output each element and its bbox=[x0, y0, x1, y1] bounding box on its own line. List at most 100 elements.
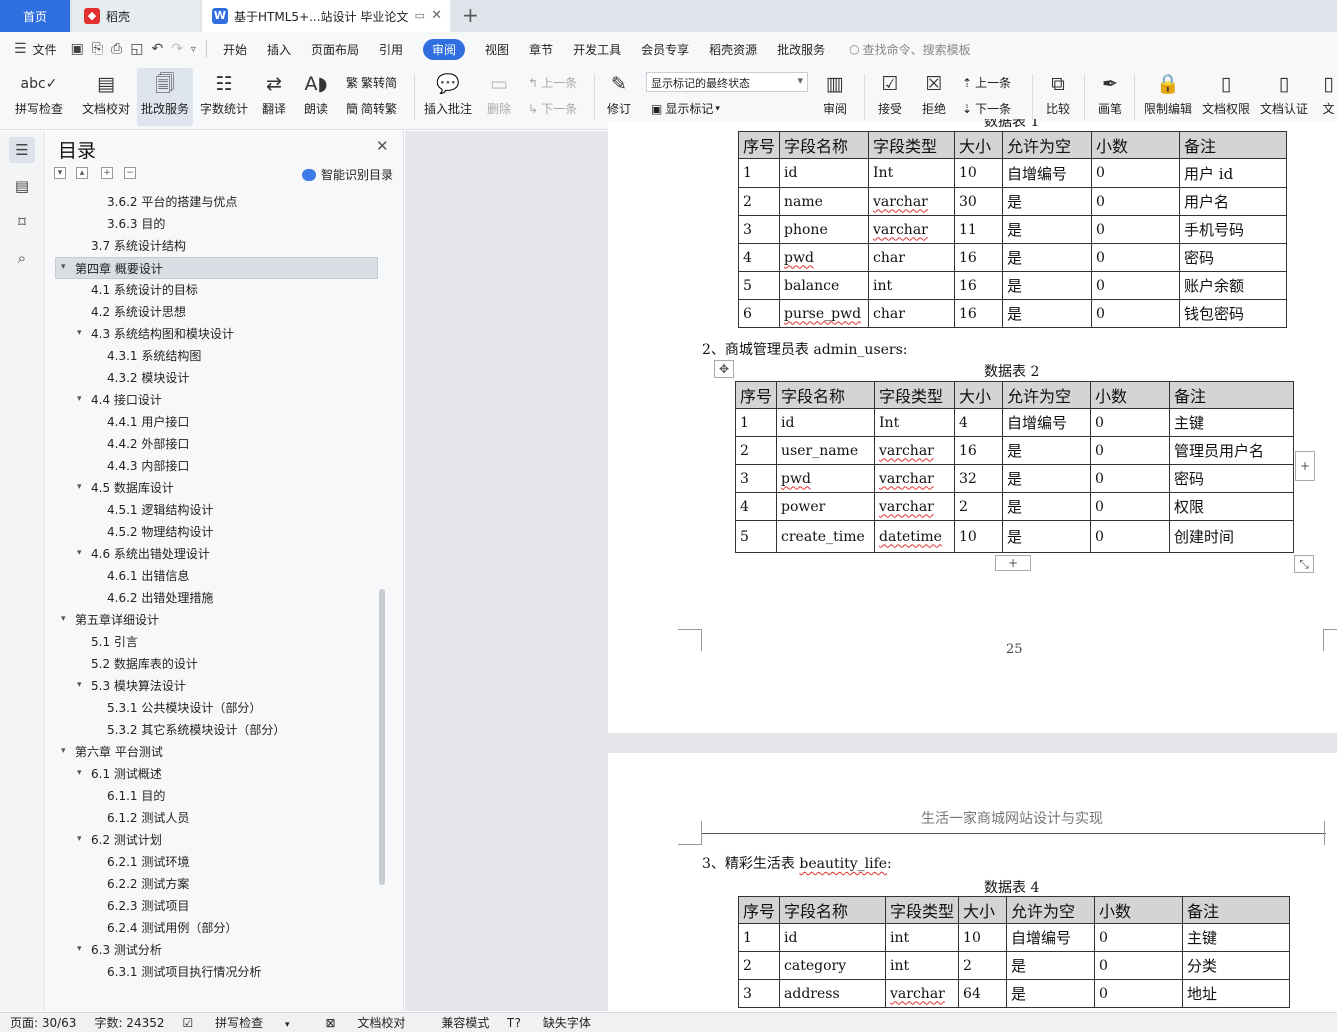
table-cell[interactable]: 是 bbox=[1002, 271, 1093, 300]
table-cell[interactable]: 0 bbox=[1094, 979, 1184, 1008]
tab-docer[interactable]: ◆ 稻壳 bbox=[72, 0, 200, 32]
prev-comment-button[interactable]: ↰ 上一条 bbox=[528, 74, 577, 91]
chevron-down-icon[interactable]: ▾ bbox=[61, 746, 66, 756]
table-cell[interactable]: 0 bbox=[1090, 408, 1171, 437]
table-cell[interactable]: 32 bbox=[954, 464, 1004, 493]
table-cell[interactable]: 是 bbox=[1002, 243, 1093, 272]
table-cell[interactable]: 0 bbox=[1090, 520, 1171, 553]
table-cell[interactable]: 0 bbox=[1090, 464, 1171, 493]
chevron-down-icon[interactable]: ▾ bbox=[61, 262, 66, 272]
insert-comment-button[interactable]: 💬 插入批注 bbox=[422, 68, 474, 126]
toc-item[interactable]: 4.1 系统设计的目标 bbox=[91, 279, 198, 301]
table-cell[interactable]: Int bbox=[868, 158, 956, 188]
toc-item[interactable]: 3.6.3 目的 bbox=[107, 213, 165, 235]
table-cell[interactable]: 是 bbox=[1002, 299, 1093, 328]
table-cell[interactable]: 10 bbox=[954, 158, 1004, 188]
table-cell[interactable]: char bbox=[868, 299, 956, 328]
toc-item[interactable]: 4.5 数据库设计 bbox=[91, 477, 174, 499]
table-cell[interactable]: 主键 bbox=[1182, 923, 1291, 952]
table-cell[interactable]: 2 bbox=[737, 951, 781, 980]
new-tab-icon[interactable]: + bbox=[462, 3, 479, 27]
table-cell[interactable]: 密码 bbox=[1179, 243, 1288, 272]
table-cell[interactable]: 地址 bbox=[1182, 979, 1291, 1008]
accept-button[interactable]: ☑ 接受 bbox=[872, 68, 908, 126]
table-cell[interactable]: 是 bbox=[1006, 951, 1096, 980]
toc-item[interactable]: 6.2.3 测试项目 bbox=[107, 895, 189, 917]
smart-toc-button[interactable]: 智能识别目录 bbox=[302, 166, 393, 183]
chevron-down-icon[interactable]: ▾ bbox=[77, 328, 82, 338]
table-cell[interactable]: varchar bbox=[874, 464, 956, 493]
table-cell[interactable]: 0 bbox=[1091, 299, 1181, 328]
restrict-edit-button[interactable]: 🔒 限制编辑 bbox=[1142, 68, 1194, 126]
navigation-icon[interactable]: ▤ bbox=[9, 173, 35, 199]
table-cell[interactable]: 1 bbox=[734, 408, 778, 437]
table-cell[interactable]: 0 bbox=[1091, 158, 1181, 188]
toc-item[interactable]: 6.2.1 测试环境 bbox=[107, 851, 189, 873]
review-pane-button[interactable]: ▥ 审阅 bbox=[815, 68, 855, 126]
table-cell[interactable]: varchar bbox=[868, 215, 956, 244]
table-cell[interactable]: 2 bbox=[958, 951, 1008, 980]
tab-document[interactable]: W 基于HTML5+...站设计 毕业论文 ▭ ✕ bbox=[202, 0, 450, 32]
command-search[interactable]: ○ 查找命令、搜索模板 bbox=[849, 41, 971, 58]
table-cell[interactable]: 2 bbox=[734, 436, 778, 465]
table-cell[interactable]: 2 bbox=[737, 187, 781, 216]
correct-service-button[interactable]: 🗐 批改服务 bbox=[137, 68, 193, 126]
table-cell[interactable]: 0 bbox=[1090, 436, 1171, 465]
table-cell[interactable]: 3 bbox=[734, 464, 778, 493]
table-cell[interactable]: phone bbox=[779, 215, 870, 244]
toc-item[interactable]: 4.3.2 模块设计 bbox=[107, 367, 189, 389]
toc-item[interactable]: 6.3 测试分析 bbox=[91, 939, 162, 961]
expand-up-icon[interactable]: ▴ bbox=[76, 167, 88, 179]
toc-item[interactable]: 6.2.2 测试方案 bbox=[107, 873, 189, 895]
table-cell[interactable]: 是 bbox=[1002, 492, 1092, 521]
read-aloud-button[interactable]: A◗ 朗读 bbox=[300, 68, 332, 126]
table-cell[interactable]: balance bbox=[779, 271, 870, 300]
toc-item[interactable]: 6.2 测试计划 bbox=[91, 829, 162, 851]
menu-file[interactable]: 文件 bbox=[33, 41, 57, 58]
table-cell[interactable]: 是 bbox=[1006, 979, 1096, 1008]
markup-state-select[interactable]: 显示标记的最终状态 bbox=[646, 72, 808, 92]
table-cell[interactable]: 是 bbox=[1002, 215, 1093, 244]
toc-item[interactable]: 4.4 接口设计 bbox=[91, 389, 162, 411]
table-cell[interactable]: 11 bbox=[954, 215, 1004, 244]
menu-member[interactable]: 会员专享 bbox=[641, 41, 689, 58]
table-cell[interactable]: name bbox=[779, 187, 870, 216]
table-cell[interactable]: id bbox=[776, 408, 876, 437]
collapse-all-icon[interactable]: ▾ bbox=[54, 167, 66, 179]
close-tab-icon[interactable]: ✕ bbox=[431, 8, 442, 23]
save-icon[interactable]: ▣ bbox=[71, 41, 84, 57]
menu-insert[interactable]: 插入 bbox=[267, 41, 291, 58]
table-cell[interactable]: 10 bbox=[958, 923, 1008, 952]
add-level-icon[interactable]: + bbox=[101, 167, 113, 179]
table-cell[interactable]: 是 bbox=[1002, 187, 1093, 216]
toc-item[interactable]: 第六章 平台测试 bbox=[75, 741, 163, 763]
table-cell[interactable]: 1 bbox=[737, 923, 781, 952]
table-cell[interactable]: 0 bbox=[1094, 923, 1184, 952]
table-cell[interactable]: 用户名 bbox=[1179, 187, 1288, 216]
table-cell[interactable]: 10 bbox=[954, 520, 1004, 553]
table-cell[interactable]: power bbox=[776, 492, 876, 521]
page-indicator[interactable]: 页面: 30/63 bbox=[10, 1014, 76, 1031]
table-cell[interactable]: 账户余额 bbox=[1179, 271, 1288, 300]
more-ribbon-button[interactable]: ▯ 文 bbox=[1320, 68, 1337, 126]
table-cell[interactable]: 1 bbox=[737, 158, 781, 188]
toc-item[interactable]: 6.1.2 测试人员 bbox=[107, 807, 189, 829]
table-cell[interactable]: 3 bbox=[737, 215, 781, 244]
toc-item[interactable]: 第五章详细设计 bbox=[75, 609, 159, 631]
missing-font[interactable]: Ꭲ? 缺失字体 bbox=[507, 1014, 608, 1031]
table-cell[interactable]: 16 bbox=[954, 243, 1004, 272]
reject-button[interactable]: ☒ 拒绝 bbox=[916, 68, 952, 126]
menu-start[interactable]: 开始 bbox=[223, 41, 247, 58]
table-cell[interactable]: varchar bbox=[874, 436, 956, 465]
tab-home[interactable]: 首页 bbox=[0, 0, 70, 32]
undo-icon[interactable]: ↶ bbox=[151, 41, 163, 57]
toc-item[interactable]: 4.5.1 逻辑结构设计 bbox=[107, 499, 213, 521]
table-cell[interactable]: 4 bbox=[734, 492, 778, 521]
toc-item[interactable]: 4.4.3 内部接口 bbox=[107, 455, 189, 477]
doc-permission-button[interactable]: ▯ 文档权限 bbox=[1200, 68, 1252, 126]
table-cell[interactable]: address bbox=[779, 979, 887, 1008]
remove-level-icon[interactable]: − bbox=[124, 167, 136, 179]
table-cell[interactable]: 64 bbox=[958, 979, 1008, 1008]
next-change-button[interactable]: ⇣ 下一条 bbox=[962, 100, 1011, 117]
table-cell[interactable]: 自增编号 bbox=[1002, 408, 1092, 437]
